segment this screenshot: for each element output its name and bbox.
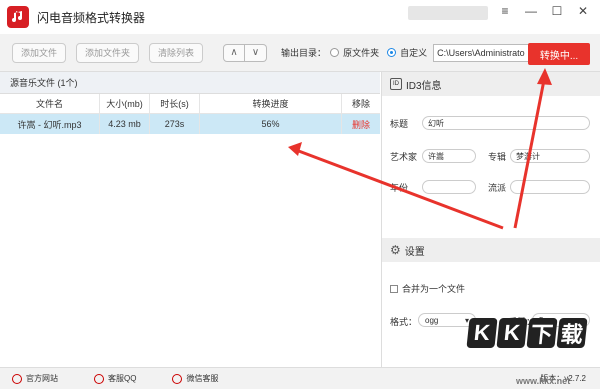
watermark-url: www.kkx.net [516, 376, 571, 386]
minimize-icon[interactable]: — [524, 4, 538, 18]
qq-icon [94, 373, 104, 384]
add-file-button[interactable]: 添加文件 [12, 42, 67, 63]
source-header: 源音乐文件 (1个) [0, 72, 380, 94]
qq-label: 客服QQ [108, 374, 137, 383]
title-field[interactable]: 幻听 [422, 116, 590, 130]
maximize-icon[interactable]: ☐ [550, 4, 564, 18]
artist-field[interactable]: 许嵩 [422, 149, 476, 163]
table-row[interactable]: 许嵩 - 幻听.mp3 4.23 mb 273s 56% 删除 [0, 114, 380, 134]
add-folder-button[interactable]: 添加文件夹 [76, 42, 140, 63]
id3-header: ID ID3信息 [382, 72, 600, 96]
globe-icon [12, 373, 22, 384]
output-path-input[interactable] [433, 43, 530, 62]
table-header: 文件名 大小(mb) 时长(s) 转换进度 移除 [0, 94, 380, 114]
close-icon[interactable]: ✕ [576, 4, 590, 18]
wechat-link[interactable]: 微信客服 [172, 373, 218, 384]
col-progress: 转换进度 [200, 94, 342, 113]
settings-header: ⚙ 设置 [382, 238, 600, 262]
title-label: 标题 [390, 119, 409, 129]
wm-char: 载 [556, 318, 588, 348]
wm-char: 下 [526, 318, 558, 348]
col-size: 大小(mb) [100, 94, 150, 113]
genre-label: 流派 [488, 183, 507, 193]
blurred-region [408, 6, 488, 20]
radio-source-folder[interactable] [330, 48, 340, 57]
merge-checkbox[interactable] [390, 284, 398, 293]
col-duration: 时长(s) [150, 94, 200, 113]
move-down-button[interactable]: ∨ [245, 43, 268, 62]
gear-icon: ⚙ [390, 243, 401, 257]
move-up-button[interactable]: ∧ [223, 43, 246, 62]
website-link[interactable]: 官方网站 [12, 373, 58, 384]
id3-header-label: ID3信息 [406, 80, 442, 92]
album-field[interactable]: 梦游计 [510, 149, 590, 163]
clear-list-button[interactable]: 清除列表 [149, 42, 204, 63]
cell-duration: 273s [150, 114, 200, 134]
wm-char: K [496, 318, 528, 348]
output-dir-label: 输出目录： [281, 48, 327, 58]
year-label: 年份 [390, 183, 409, 193]
wechat-label: 微信客服 [186, 374, 219, 383]
cell-filename: 许嵩 - 幻听.mp3 [0, 114, 100, 134]
col-remove: 移除 [351, 99, 370, 109]
year-field[interactable] [422, 180, 476, 194]
watermark-logo: K K 下 载 [466, 318, 588, 348]
album-label: 专辑 [488, 152, 507, 162]
wechat-icon [172, 373, 183, 384]
delete-link[interactable]: 删除 [342, 114, 380, 134]
source-file-panel: 源音乐文件 (1个) 文件名 大小(mb) 时长(s) 转换进度 移除 许嵩 -… [0, 72, 380, 367]
menu-icon[interactable]: ≡ [498, 4, 512, 18]
toolbar: 添加文件 添加文件夹 清除列表 ∧ ∨ 输出目录： 原文件夹 自定义 [0, 34, 600, 72]
genre-field[interactable] [510, 180, 590, 194]
id3-icon: ID [390, 78, 402, 90]
qq-link[interactable]: 客服QQ [94, 373, 136, 384]
radio-custom[interactable] [387, 48, 397, 57]
settings-header-label: 设置 [404, 246, 425, 258]
convert-button[interactable]: 转换中... [528, 43, 590, 65]
wm-char: K [466, 318, 498, 348]
format-value: ogg [425, 315, 439, 325]
website-label: 官方网站 [26, 374, 58, 383]
artist-label: 艺术家 [390, 152, 418, 162]
app-logo-icon [7, 6, 29, 28]
format-label: 格式： [390, 317, 418, 327]
status-bar: 官方网站 客服QQ 微信客服 版本：v2.7.2 [0, 367, 600, 389]
col-filename: 文件名 [0, 94, 100, 113]
title-bar: 闪电音频格式转换器 ≡ — ☐ ✕ [0, 0, 600, 34]
cell-progress: 56% [200, 114, 342, 134]
merge-label: 合并为一个文件 [402, 284, 466, 294]
radio-custom-label: 自定义 [400, 48, 428, 58]
app-title: 闪电音频格式转换器 [37, 10, 146, 25]
radio-source-label: 原文件夹 [343, 48, 380, 58]
cell-size: 4.23 mb [100, 114, 150, 134]
